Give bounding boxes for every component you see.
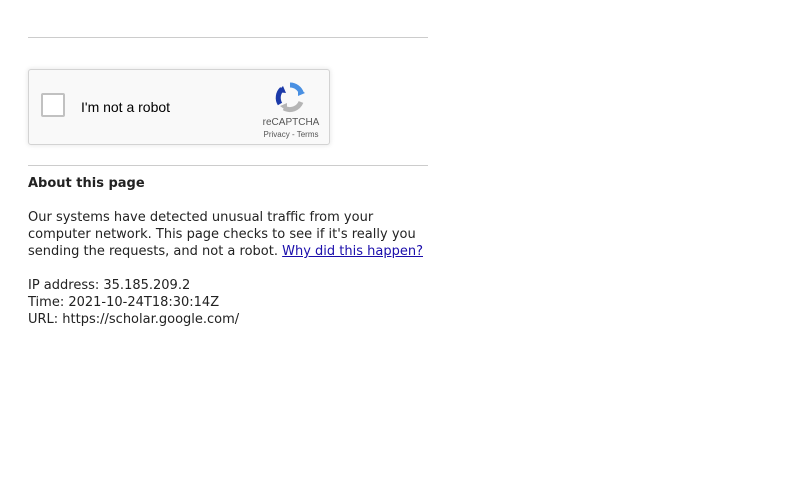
robot-checkbox-label: I'm not a robot — [81, 99, 171, 115]
top-divider — [28, 37, 428, 38]
request-info: IP address: 35.185.209.2 Time: 2021-10-2… — [28, 277, 448, 328]
why-link[interactable]: Why did this happen? — [282, 244, 423, 259]
recaptcha-logo-icon — [275, 82, 305, 112]
about-heading: About this page — [28, 176, 145, 191]
recaptcha-brand-text: reCAPTCHA — [262, 117, 320, 128]
ip-address-line: IP address: 35.185.209.2 — [28, 278, 191, 293]
recaptcha-links: Privacy - Terms — [251, 130, 331, 139]
time-line: Time: 2021-10-24T18:30:14Z — [28, 295, 220, 310]
terms-link[interactable]: Terms — [297, 130, 319, 139]
recaptcha-widget: I'm not a robot reCAPTCHA Privacy - Term… — [28, 69, 330, 145]
about-paragraph: Our systems have detected unusual traffi… — [28, 209, 428, 260]
url-line: URL: https://scholar.google.com/ — [28, 312, 240, 327]
privacy-link[interactable]: Privacy — [264, 130, 290, 139]
robot-checkbox[interactable] — [41, 93, 65, 117]
middle-divider — [28, 165, 428, 166]
links-separator: - — [291, 130, 295, 139]
